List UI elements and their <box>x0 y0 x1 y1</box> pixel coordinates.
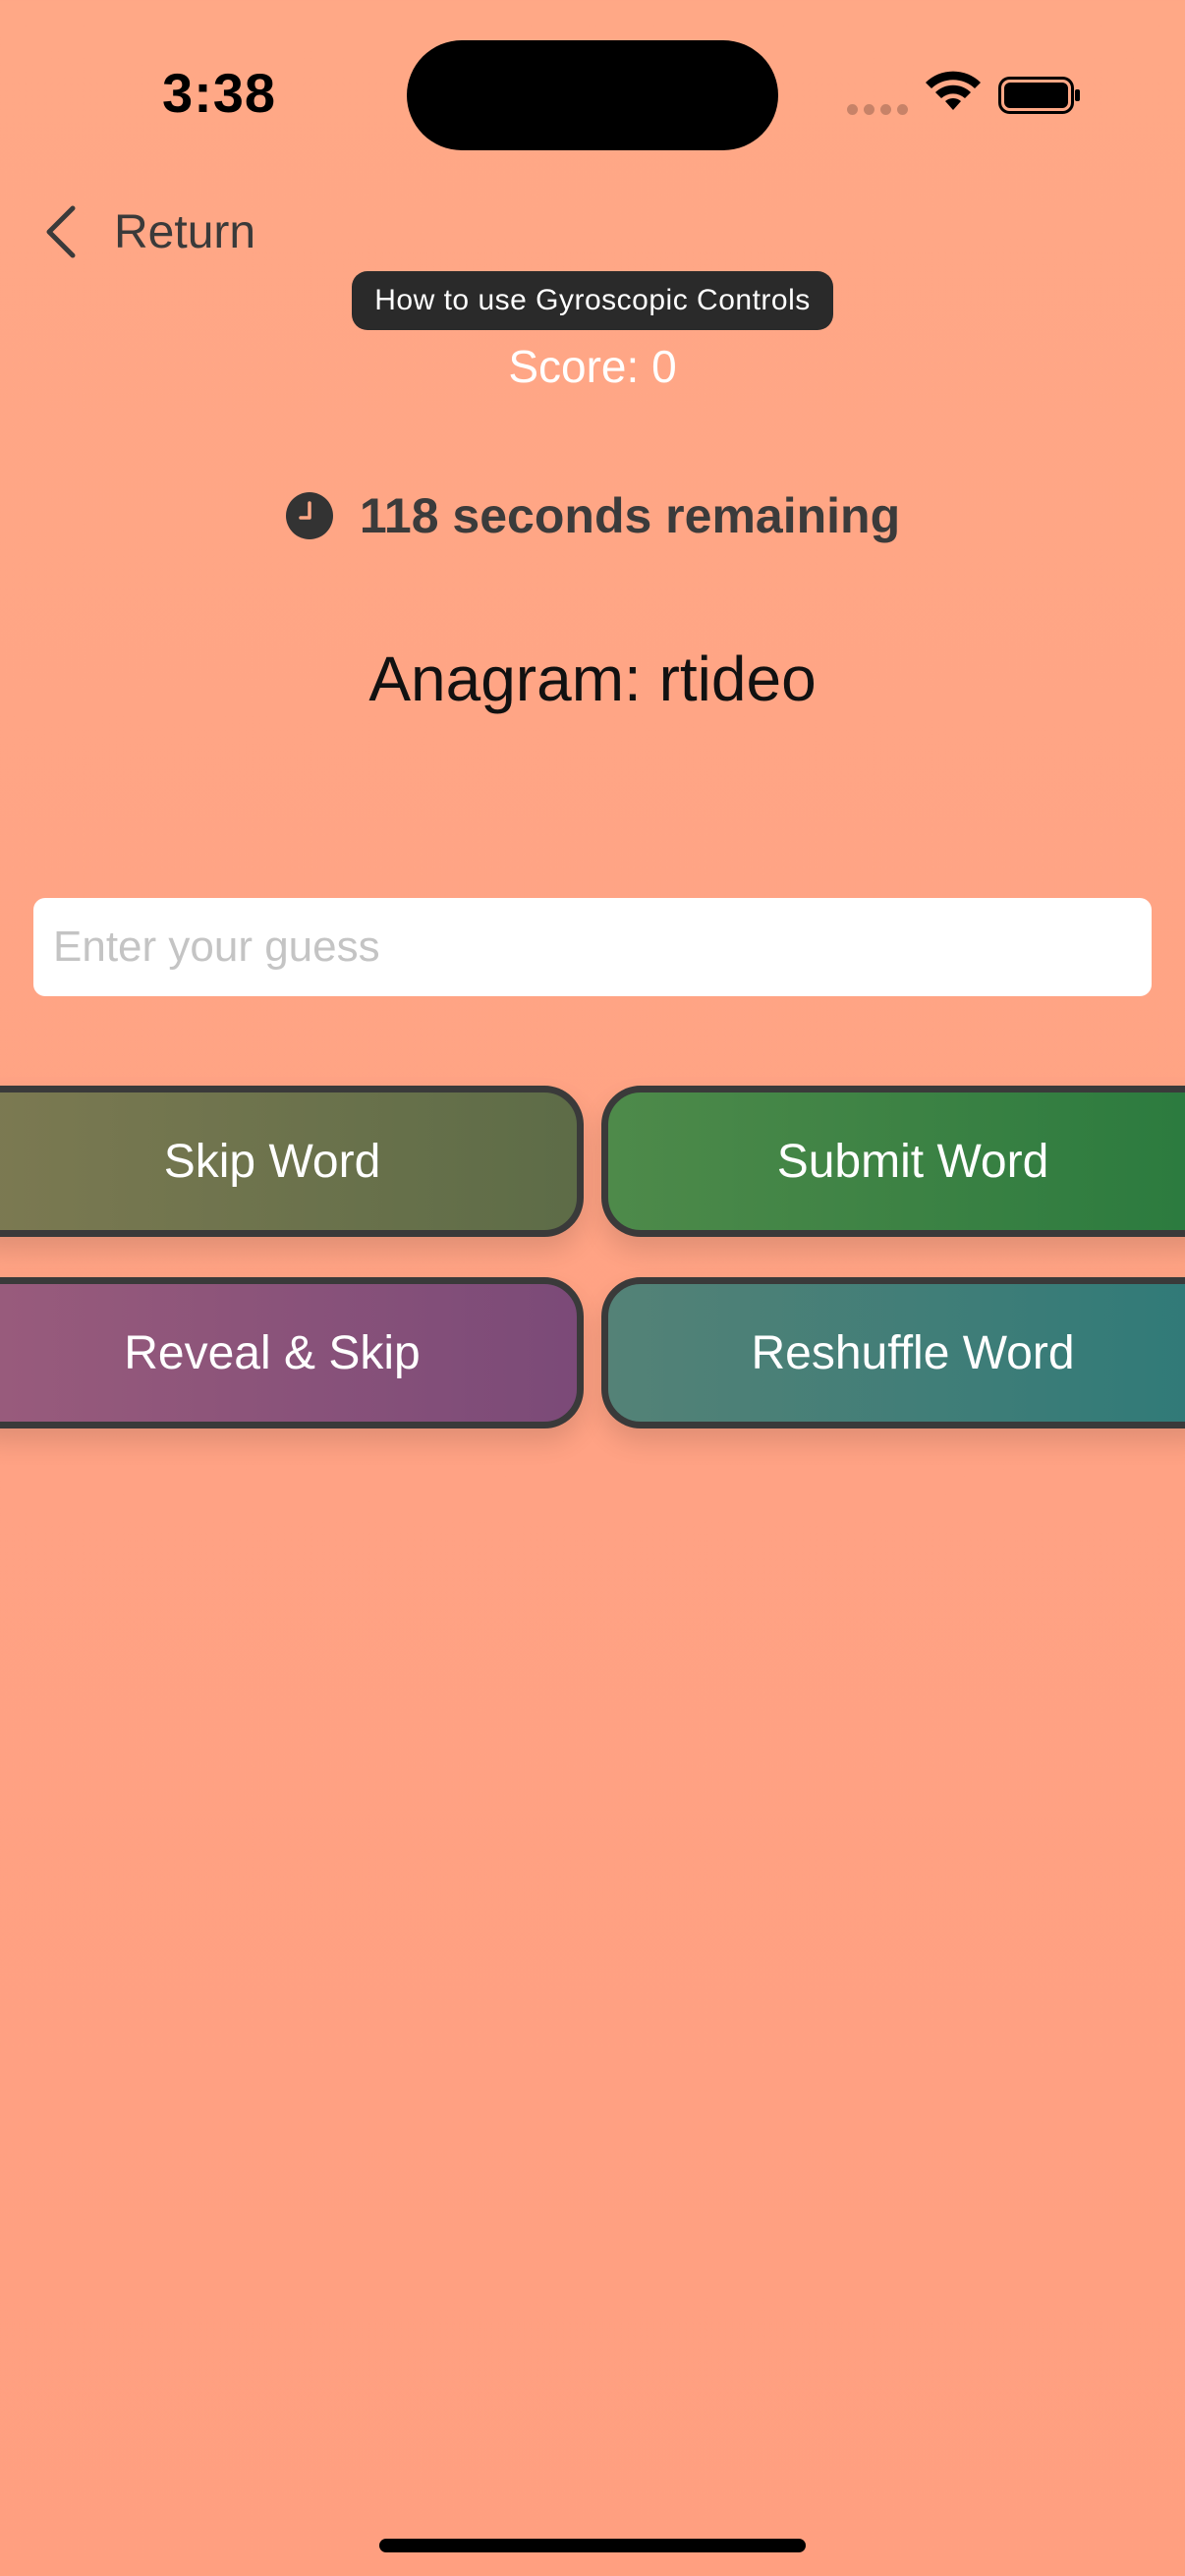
gyro-help-button[interactable]: How to use Gyroscopic Controls <box>352 271 833 330</box>
status-time: 3:38 <box>161 62 277 124</box>
dynamic-island <box>407 40 778 150</box>
chevron-left-icon <box>46 205 76 258</box>
battery-icon <box>998 77 1080 114</box>
wifi-icon <box>926 71 981 110</box>
clock-icon <box>285 492 333 539</box>
anagram-label: Anagram: rtideo <box>368 644 817 714</box>
back-label: Return <box>114 205 256 258</box>
home-indicator[interactable] <box>379 2539 806 2552</box>
reveal-skip-button[interactable]: Reveal & Skip <box>0 1277 584 1428</box>
submit-word-button[interactable]: Submit Word <box>601 1086 1185 1237</box>
timer-text: 118 seconds remaining <box>359 488 901 543</box>
skip-word-button[interactable]: Skip Word <box>0 1086 584 1237</box>
cellular-signal-icon <box>847 102 910 116</box>
reshuffle-word-button[interactable]: Reshuffle Word <box>601 1277 1185 1428</box>
guess-input[interactable] <box>33 898 1152 996</box>
timer: 118 seconds remaining <box>0 487 1185 544</box>
back-button[interactable]: Return <box>43 202 255 261</box>
score-label: Score: 0 <box>508 341 677 392</box>
